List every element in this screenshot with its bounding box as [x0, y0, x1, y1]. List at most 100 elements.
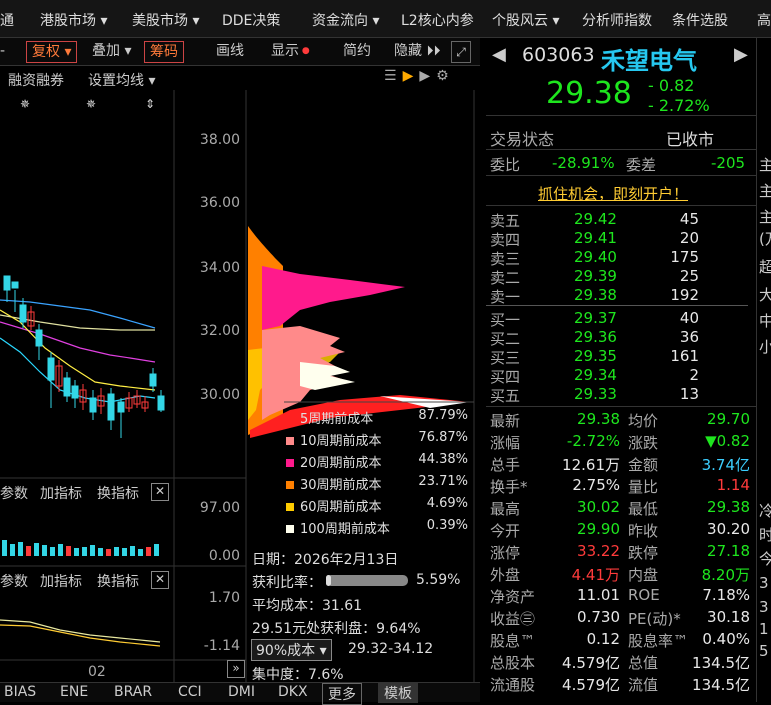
chart-panel: ✵ ✵ ⇕ 38.00 36.00 34.00 32.00 30.00 5周期前… [0, 90, 480, 702]
fuquan-button[interactable]: 复权 ▾ [26, 41, 78, 63]
profit-ratio-label: 获利比率： [252, 575, 322, 591]
fullscreen-icon[interactable]: ⤢ [451, 41, 471, 63]
next-stock-icon[interactable]: ▶ [734, 44, 748, 65]
stat-value: 1.14 [716, 476, 750, 494]
legend-swatch [286, 525, 294, 533]
tab-ene[interactable]: ENE [60, 684, 88, 700]
stat-label: 金额 [628, 456, 659, 474]
ind2-add[interactable]: 加指标 [40, 571, 82, 591]
volume-bar [74, 548, 79, 556]
legend-item: 100周期前成本 [286, 518, 390, 537]
xianshi-button[interactable]: 显示 ● [271, 41, 310, 63]
book-price: 29.37 [574, 309, 617, 327]
kline-chart: ✵ ✵ ⇕ [0, 90, 475, 702]
profit-at-price: 29.51元处获利盘：9.64% [252, 621, 421, 637]
stat-value: 12.61万 [562, 456, 620, 474]
prev-stock-icon[interactable]: ◀ [492, 44, 506, 65]
candle-body [47, 357, 55, 381]
tab-cci[interactable]: CCI [178, 684, 202, 700]
yincang-button[interactable]: 隐藏 ⏵⏵ [394, 41, 440, 63]
close-icon[interactable]: ✕ [151, 483, 169, 501]
stat-value: 8.20万 [701, 566, 750, 584]
bar-icon[interactable]: ☰ [384, 68, 403, 84]
toolbar-minus[interactable]: - [0, 41, 5, 63]
stat-label: 股息™ [490, 632, 536, 650]
book-price: 29.41 [574, 229, 617, 247]
open-account-link[interactable]: 抓住机会，即刻开户！ [538, 183, 688, 204]
volume-bar [154, 544, 159, 556]
volume-bar [146, 547, 151, 556]
tab-bias[interactable]: BIAS [4, 684, 36, 700]
stat-value: 29.38 [707, 498, 750, 516]
menu-item-tong[interactable]: 通 [0, 10, 14, 30]
stat-label: ROE [628, 586, 660, 604]
menu-item-fund-flow[interactable]: 资金流向 ▾ [312, 10, 379, 30]
edge-label: 3 [759, 574, 769, 592]
legend-swatch [286, 481, 294, 489]
ma-settings-link[interactable]: 设置均线 ▾ [88, 70, 155, 90]
stat-label: 股息率™ [628, 632, 689, 650]
stat-label: 昨收 [628, 522, 659, 540]
tab-dmi[interactable]: DMI [228, 684, 255, 700]
stat-value: 134.5亿 [692, 676, 750, 694]
huaxian-button[interactable]: 画线 [216, 41, 244, 63]
weibi-row: 委比 -28.91% 委差 -205 [486, 152, 756, 176]
close-icon[interactable]: ✕ [151, 571, 169, 589]
candle-body [107, 393, 115, 421]
arrow-icon[interactable]: ▶ [419, 68, 436, 84]
book-volume: 13 [679, 385, 699, 403]
volume-bar [114, 547, 119, 556]
right-edge-panel: 主主主(万超大中小冷时今3315 [756, 38, 771, 702]
edge-label: (万 [759, 230, 771, 248]
stat-label: PE(动)* [628, 610, 681, 628]
volume-bar [10, 544, 15, 556]
book-label: 买二 [490, 330, 521, 348]
rongzi-link[interactable]: 融资融券 [8, 70, 64, 90]
cost-percent-select[interactable]: 90%成本 ▾ [251, 639, 332, 661]
ind1-switch[interactable]: 换指标 [97, 483, 139, 503]
stat-value: 29.38 [577, 410, 620, 428]
tab-dkx[interactable]: DKX [278, 684, 308, 700]
edge-label: 小 [759, 338, 771, 356]
volume-bar [50, 547, 55, 556]
menu-item-analyst[interactable]: 分析师指数 [582, 10, 652, 30]
expand-icon[interactable]: » [227, 660, 245, 678]
ind2-bot: -1.14 [203, 638, 240, 654]
stat-value: 29.90 [577, 520, 620, 538]
gear-icon[interactable]: ⚙ [436, 68, 455, 84]
jianyue-button[interactable]: 简约 [343, 41, 371, 63]
stat-label: 均价 [628, 412, 659, 430]
volume-bar [26, 546, 31, 556]
ind2-switch[interactable]: 换指标 [97, 571, 139, 591]
menu-item-hk-market[interactable]: 港股市场 ▾ [40, 10, 107, 30]
legend-item: 20周期前成本 [286, 452, 382, 471]
menu-item-stock-news[interactable]: 个股风云 ▾ [492, 10, 559, 30]
menu-item-us-market[interactable]: 美股市场 ▾ [132, 10, 199, 30]
stat-label: 总股本 [490, 654, 536, 672]
chouma-button[interactable]: 筹码 [144, 41, 184, 63]
ind2-params[interactable]: 参数 [0, 571, 28, 591]
menu-item-l2[interactable]: L2核心内参 [401, 10, 474, 30]
stat-label: 最高 [490, 500, 521, 518]
menu-item-dde[interactable]: DDE决策 [222, 10, 280, 30]
book-price: 29.42 [574, 210, 617, 228]
flag-icon[interactable]: ▶ [403, 68, 420, 84]
book-label: 卖二 [490, 269, 521, 287]
ind1-params[interactable]: 参数 [0, 483, 28, 503]
menu-item-stock-picker[interactable]: 条件选股 [672, 10, 728, 30]
tab-brar[interactable]: BRAR [114, 684, 152, 700]
stock-code: 603063 [522, 44, 595, 66]
diejia-button[interactable]: 叠加 ▾ [92, 41, 131, 63]
volume-bar [34, 543, 39, 556]
stat-value: 0.12 [586, 630, 620, 648]
tab-template[interactable]: 模板 [378, 683, 418, 703]
stat-label: 涨停 [490, 544, 521, 562]
red-dot-icon: ● [299, 46, 310, 56]
menu-item-more[interactable]: 高 [757, 10, 771, 30]
stat-value: 2.75% [572, 476, 620, 494]
stat-value: ▼0.82 [705, 432, 750, 450]
volume-bar [42, 545, 47, 556]
fuquan-label: 复权 [32, 44, 60, 60]
stat-value: 29.70 [707, 410, 750, 428]
ind1-add[interactable]: 加指标 [40, 483, 82, 503]
